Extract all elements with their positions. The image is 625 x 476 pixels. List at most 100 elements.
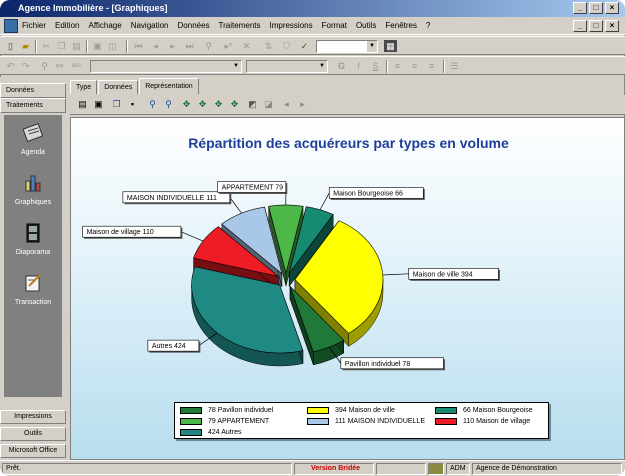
chevron-down-icon: ▼ — [367, 41, 377, 52]
status-ready: Prêt. — [2, 463, 292, 475]
replace-icon[interactable]: ⚯ — [53, 60, 66, 72]
doc-restore-button[interactable]: □ — [589, 20, 603, 32]
legend-label: 111 MAISON INDIVIDUELLE — [335, 417, 425, 425]
nav-item-label: Agenda — [20, 149, 46, 156]
chart-area: Répartition des acquéreurs par types en … — [70, 117, 625, 460]
legend-item: 424 Autres — [180, 427, 241, 437]
legend-label: 79 APPARTEMENT — [208, 417, 270, 425]
open-icon[interactable]: ▰ — [19, 40, 32, 52]
app-icon[interactable] — [4, 19, 18, 33]
undo-icon[interactable]: ↶ — [4, 60, 17, 72]
section-donnees[interactable]: Données — [0, 83, 66, 98]
menu-fichier[interactable]: Fichier — [22, 21, 46, 30]
close-button[interactable]: × — [605, 2, 619, 14]
menu-traitements[interactable]: Traitements — [219, 21, 261, 30]
find-replace-icon[interactable]: ⚲ — [38, 60, 51, 72]
first-record-icon[interactable]: ⏮ — [132, 40, 145, 52]
menu-fenetres[interactable]: Fenêtres — [385, 21, 417, 30]
menu-list: Fichier Edition Affichage Navigation Don… — [22, 21, 430, 30]
chart-3d-icon[interactable]: ◩ — [246, 98, 259, 111]
copy-icon[interactable]: ❐ — [55, 40, 68, 52]
redo-icon[interactable]: ↷ — [19, 60, 32, 72]
align-left-icon[interactable]: ≡ — [391, 60, 404, 72]
font-name-combo[interactable]: ▼ — [90, 60, 242, 73]
tilt-icon[interactable]: ✥ — [228, 98, 241, 111]
toolbar-combo[interactable]: ▼ — [316, 40, 378, 53]
print-setup-icon[interactable]: ▣ — [92, 98, 105, 111]
print-icon[interactable]: ▣ — [91, 40, 104, 52]
nav-item-label: Graphiques — [14, 199, 52, 206]
save-icon[interactable]: ▪ — [126, 98, 139, 111]
scroll-right-icon[interactable]: ▸ — [296, 98, 309, 111]
check-icon[interactable]: ✓ — [298, 40, 311, 52]
agenda-icon — [23, 123, 43, 143]
section-traitements-body: Agenda Graphiques Diaporama Transaction — [4, 115, 62, 397]
toolbar-separator — [443, 60, 445, 73]
section-traitements[interactable]: Traitements — [0, 98, 66, 113]
slice-label: Maison de ville 394 — [413, 271, 473, 278]
nav-item-label: Diaporama — [15, 249, 51, 256]
doc-minimize-button[interactable]: _ — [573, 20, 587, 32]
menu-help[interactable]: ? — [426, 21, 430, 30]
menu-edition[interactable]: Edition — [55, 21, 79, 30]
bullets-icon[interactable]: ☰ — [448, 60, 461, 72]
menu-outils[interactable]: Outils — [356, 21, 376, 30]
last-record-icon[interactable]: ⏭ — [183, 40, 196, 52]
nav-item-graphiques[interactable]: Graphiques — [4, 165, 62, 220]
menu-impressions[interactable]: Impressions — [269, 21, 312, 30]
section-microsoft-office[interactable]: Microsoft Office — [0, 444, 66, 458]
minimize-button[interactable]: _ — [573, 2, 587, 14]
find-icon[interactable]: ⚲ — [202, 40, 215, 52]
menu-donnees[interactable]: Données — [178, 21, 210, 30]
chart-style-icon[interactable]: ◪ — [262, 98, 275, 111]
window-controls: _ □ × — [573, 2, 619, 14]
label-leader-line — [229, 197, 242, 214]
scroll-left-icon[interactable]: ◂ — [280, 98, 293, 111]
nav-item-diaporama[interactable]: Diaporama — [4, 215, 62, 270]
status-version: Version Bridée — [294, 463, 374, 475]
toolbar-separator — [86, 40, 88, 53]
spelling-icon[interactable]: ᵃᵇᶜ — [70, 60, 83, 72]
status-spacer — [376, 463, 426, 475]
nav-item-agenda[interactable]: Agenda — [4, 115, 62, 170]
maximize-button[interactable]: □ — [589, 2, 603, 14]
underline-button[interactable]: S — [369, 60, 382, 72]
tab-donnees[interactable]: Données — [98, 80, 139, 94]
doc-close-button[interactable]: × — [605, 20, 619, 32]
move-icon[interactable]: ✥ — [180, 98, 193, 111]
legend-swatch — [180, 406, 202, 414]
font-size-combo[interactable]: ▼ — [246, 60, 328, 73]
menu-affichage[interactable]: Affichage — [88, 21, 121, 30]
copy-chart-icon[interactable]: ❐ — [110, 98, 123, 111]
next-record-icon[interactable]: ▸ — [166, 40, 179, 52]
toolbar-separator — [126, 40, 128, 53]
cut-icon[interactable]: ✂ — [40, 40, 53, 52]
paste-icon[interactable]: ▤ — [70, 40, 83, 52]
section-outils[interactable]: Outils — [0, 427, 66, 441]
print-preview-icon[interactable]: ◫ — [106, 40, 119, 52]
legend-swatch — [435, 417, 457, 425]
zoom-in-icon[interactable]: ⚲ — [162, 98, 175, 111]
align-center-icon[interactable]: ≡ — [408, 60, 421, 72]
print-icon[interactable]: ▤ — [76, 98, 89, 111]
section-impressions[interactable]: Impressions — [0, 410, 66, 424]
menu-format[interactable]: Format — [322, 21, 347, 30]
rotate-left-icon[interactable]: ✥ — [196, 98, 209, 111]
sort-icon[interactable]: ⇅ — [262, 40, 275, 52]
color-icon[interactable]: ▦ — [384, 40, 397, 52]
zoom-out-icon[interactable]: ⚲ — [146, 98, 159, 111]
nav-item-transaction[interactable]: Transaction — [4, 265, 62, 320]
bold-button[interactable]: G — [335, 60, 348, 72]
tab-type[interactable]: Type — [70, 80, 98, 94]
delete-record-icon[interactable]: ✕ — [240, 40, 253, 52]
new-icon[interactable]: ▯ — [4, 40, 17, 52]
previous-record-icon[interactable]: ◂ — [149, 40, 162, 52]
tab-representation[interactable]: Représentation — [139, 78, 199, 94]
align-right-icon[interactable]: ≡ — [425, 60, 438, 72]
new-record-icon[interactable]: ▸* — [222, 40, 235, 52]
standard-toolbar: ▯ ▰ ✂ ❐ ▤ ▣ ◫ ⏮ ◂ ▸ ⏭ ⚲ ▸* ✕ ⇅ ⛉ ✓ ▼ ▦ — [0, 36, 625, 55]
filter-icon[interactable]: ⛉ — [280, 40, 293, 52]
italic-button[interactable]: I — [352, 60, 365, 72]
rotate-right-icon[interactable]: ✥ — [212, 98, 225, 111]
menu-navigation[interactable]: Navigation — [131, 21, 169, 30]
